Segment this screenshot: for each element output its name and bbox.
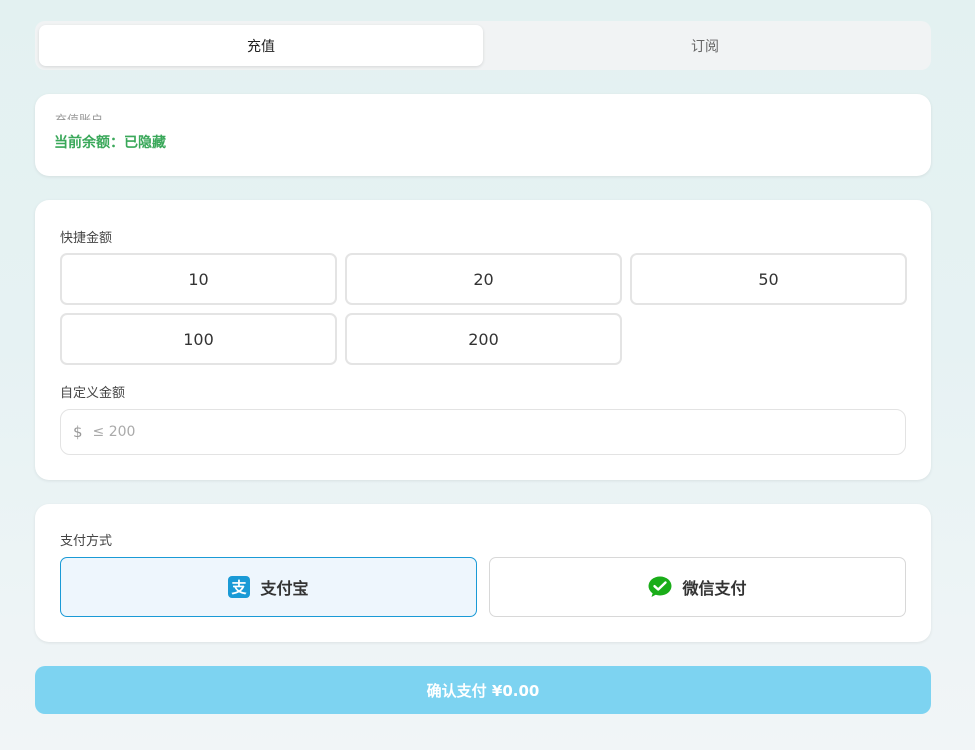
- amount-card: 快捷金额 10 20 50 100 200 自定义金额 $: [35, 200, 931, 480]
- alipay-button[interactable]: 支 支付宝: [60, 557, 477, 617]
- quick-amount-grid: 10 20 50 100 200: [60, 253, 907, 365]
- payment-card: 支付方式 支 支付宝 微信支付: [35, 504, 931, 642]
- alipay-label: 支付宝: [260, 579, 309, 598]
- alipay-icon: 支: [228, 576, 251, 598]
- custom-amount-label: 自定义金额: [60, 386, 126, 401]
- quick-amount-label: 快捷金额: [60, 231, 113, 246]
- wechat-pay-button[interactable]: 微信支付: [489, 557, 906, 617]
- amount-option-200[interactable]: 200: [345, 313, 622, 365]
- tab-recharge[interactable]: 充值: [39, 25, 483, 66]
- confirm-payment-button[interactable]: 确认支付 ¥0.00: [35, 666, 931, 714]
- custom-amount-input[interactable]: [92, 424, 853, 440]
- balance-text: 当前余额：已隐藏: [54, 135, 166, 151]
- svg-text:支: 支: [231, 579, 248, 597]
- payment-methods: 支 支付宝 微信支付: [60, 557, 906, 617]
- custom-amount-field[interactable]: $: [60, 409, 906, 455]
- amount-option-10[interactable]: 10: [60, 253, 337, 305]
- currency-symbol: $: [73, 423, 83, 441]
- tab-bar: 充值 订阅: [35, 21, 931, 70]
- account-card: 充值账户 当前余额：已隐藏: [35, 94, 931, 176]
- wechat-pay-icon: [648, 576, 672, 598]
- amount-option-100[interactable]: 100: [60, 313, 337, 365]
- amount-option-20[interactable]: 20: [345, 253, 622, 305]
- account-label: 充值账户: [55, 113, 104, 120]
- wechat-pay-label: 微信支付: [682, 579, 747, 598]
- amount-option-50[interactable]: 50: [630, 253, 907, 305]
- tab-subscribe[interactable]: 订阅: [483, 25, 927, 66]
- payment-method-label: 支付方式: [60, 534, 113, 549]
